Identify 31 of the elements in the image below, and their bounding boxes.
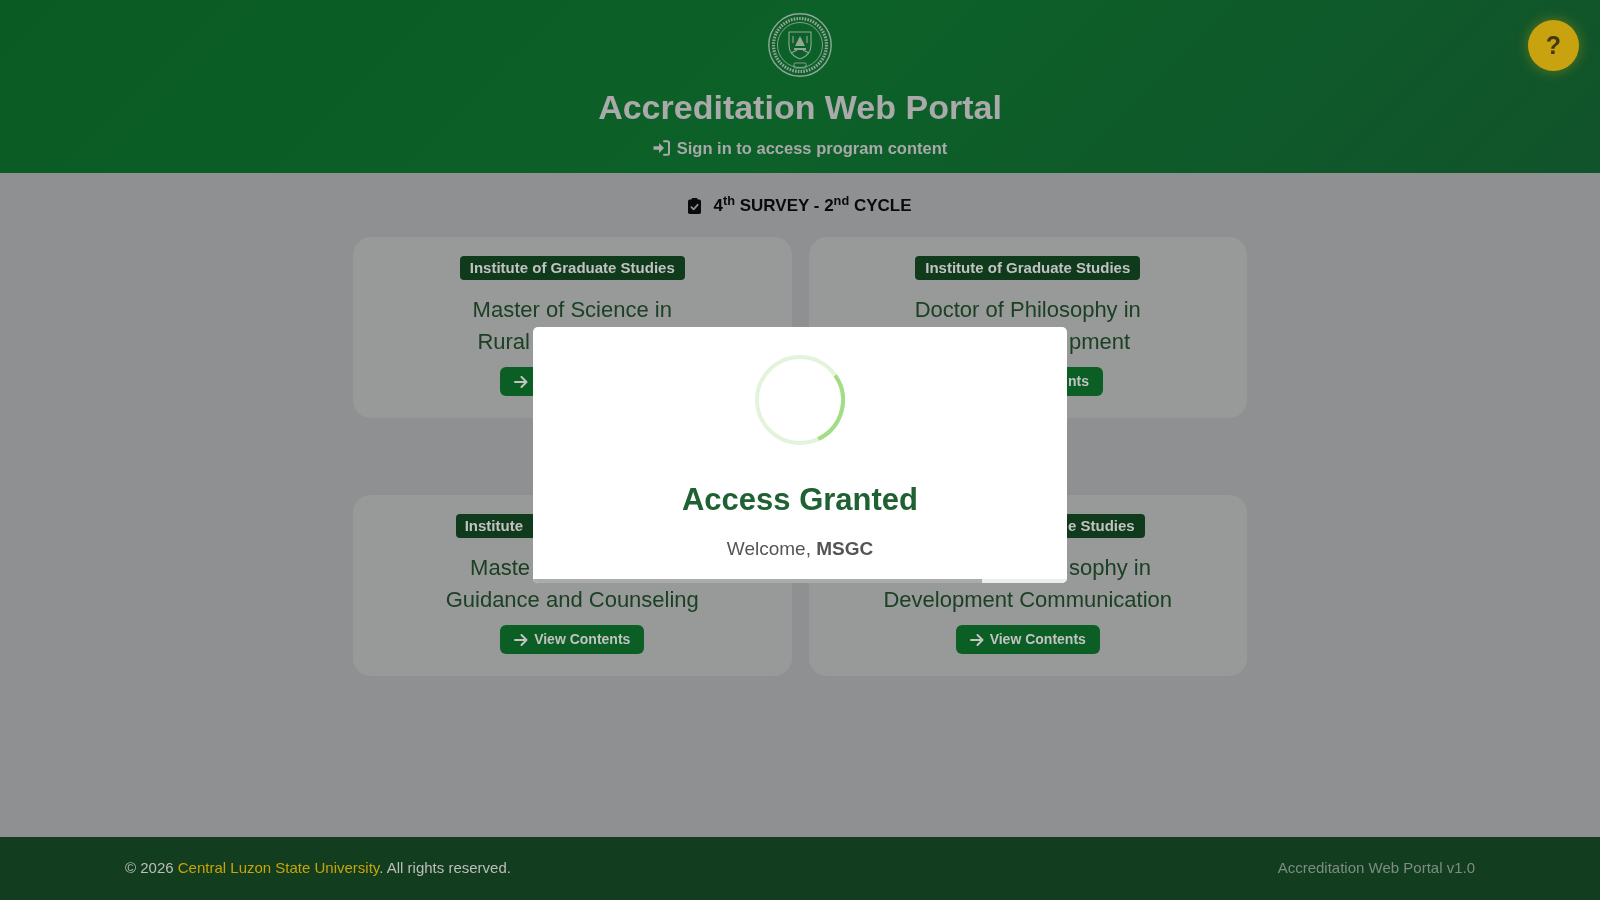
- version-text: Accreditation Web Portal v1.0: [1277, 858, 1475, 879]
- view-contents-button[interactable]: View Contents: [955, 625, 1100, 654]
- institute-badge: Institute of Graduate Studies: [915, 256, 1141, 280]
- dialog-title: Access Granted: [681, 481, 919, 519]
- institute-badge: Institute of Graduate Studies: [459, 256, 685, 280]
- institute-badge: e Studies: [1067, 514, 1145, 538]
- clipboard-check-icon: [688, 198, 702, 214]
- program-title: Maste: [470, 554, 531, 582]
- portal-title: Accreditation Web Portal: [598, 87, 1002, 127]
- program-title: sophy in: [1068, 554, 1151, 582]
- view-contents-button[interactable]: View Contents: [500, 625, 645, 654]
- seal-logo: [768, 13, 832, 77]
- institute-badge: Institute: [455, 514, 533, 538]
- program-title: Rural: [477, 328, 531, 356]
- copyright-text: © 2026 Central Luzon State University. All rights reserved.: [125, 858, 511, 879]
- covered-button[interactable]: nts: [1067, 367, 1103, 396]
- welcome-message: Welcome, MSGC: [726, 537, 874, 561]
- university-link[interactable]: Central Luzon State University: [177, 859, 380, 877]
- sign-in-link[interactable]: Sign in to access program content: [652, 136, 948, 160]
- program-title: Development Communication: [883, 586, 1173, 614]
- program-title: Master of Science in: [472, 296, 672, 324]
- arrow-button[interactable]: [500, 367, 533, 396]
- arrow-right-icon: [514, 375, 528, 388]
- survey-heading: 4$^{th}$ SURVEY - 2$^{nd}$ CYCLE: [713, 194, 912, 217]
- spinner-icon: [755, 355, 845, 445]
- program-title: Guidance and Counseling: [445, 586, 699, 614]
- program-title: Doctor of Philosophy in: [914, 296, 1141, 324]
- arrow-right-icon: [514, 633, 529, 646]
- arrow-right-icon: [969, 633, 984, 646]
- sign-in-icon: [652, 140, 670, 156]
- program-title: pment: [1068, 328, 1131, 356]
